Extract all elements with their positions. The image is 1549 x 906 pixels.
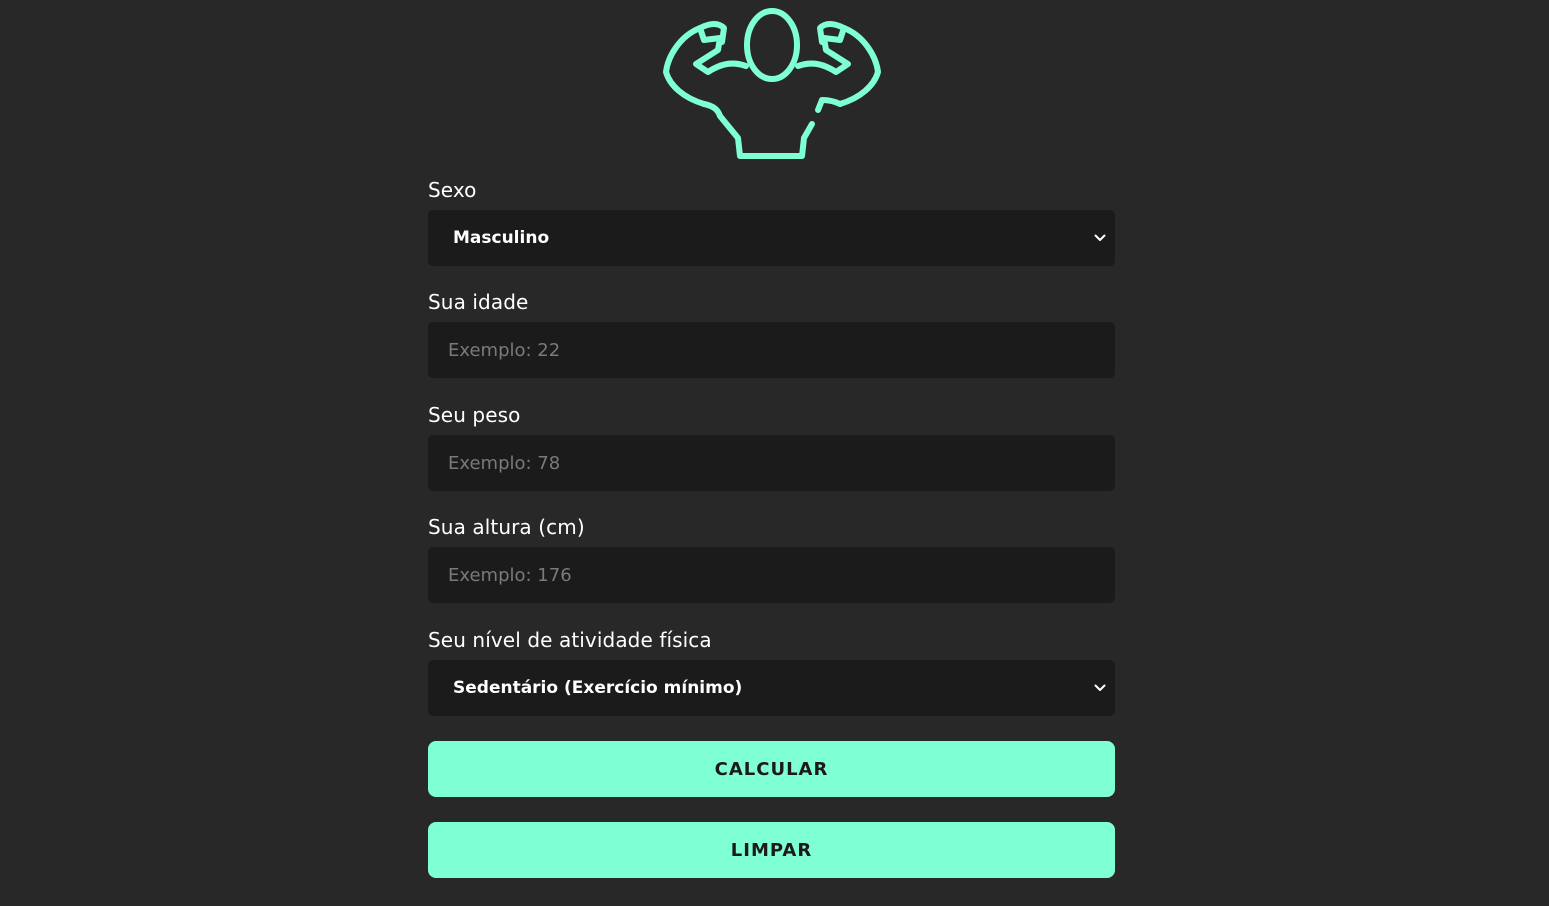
height-input[interactable] [428,547,1115,603]
sex-select[interactable]: Masculino [428,210,1115,266]
sex-label: Sexo [428,178,477,202]
weight-input[interactable] [428,435,1115,491]
flexing-man-icon [663,8,881,159]
activity-select[interactable]: Sedentário (Exercício mínimo) [428,660,1115,716]
age-input[interactable] [428,322,1115,378]
height-label: Sua altura (cm) [428,515,585,539]
clear-button[interactable]: LIMPAR [428,822,1115,878]
activity-select-value: Sedentário (Exercício mínimo) [453,678,743,698]
chevron-down-icon [1093,681,1107,695]
calculate-button[interactable]: CALCULAR [428,741,1115,797]
weight-label: Seu peso [428,403,521,427]
calculator-page: Sexo Masculino Sua idade Seu peso Sua al… [0,0,1549,906]
sex-select-value: Masculino [453,228,550,248]
activity-label: Seu nível de atividade física [428,628,712,652]
chevron-down-icon [1093,231,1107,245]
age-label: Sua idade [428,290,529,314]
